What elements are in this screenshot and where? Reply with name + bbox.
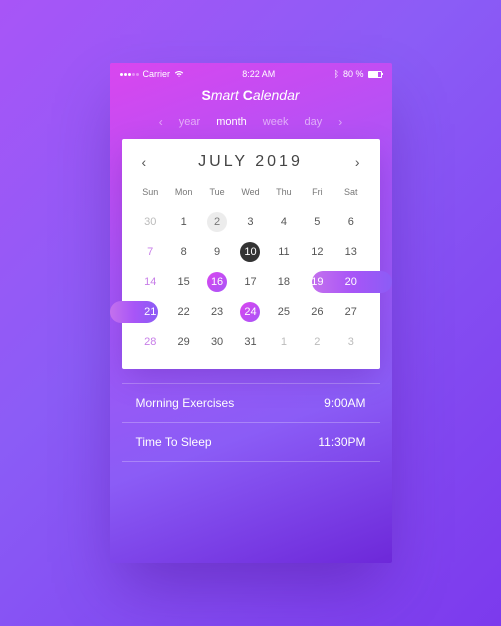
week-2: 7 8 9 10 11 12 13	[122, 237, 380, 267]
dow-thu: Thu	[267, 181, 300, 207]
week-1: 30 1 2 3 4 5 6	[122, 207, 380, 237]
tabs-prev[interactable]: ‹	[159, 115, 163, 129]
day-cell[interactable]: 2	[301, 327, 334, 357]
day-cell[interactable]: 12	[301, 237, 334, 267]
day-cell[interactable]: 31	[234, 327, 267, 357]
weekday-row: Sun Mon Tue Wed Thu Fri Sat	[122, 181, 380, 207]
event-list: Morning Exercises 9:00AM Time To Sleep 1…	[110, 383, 392, 462]
day-cell[interactable]: 11	[267, 237, 300, 267]
day-cell[interactable]: 6	[334, 207, 367, 237]
day-cell[interactable]: 13	[334, 237, 367, 267]
event-marker: 16	[207, 272, 227, 292]
event-time: 9:00AM	[324, 396, 365, 410]
day-cell[interactable]: 3	[334, 327, 367, 357]
day-cell[interactable]: 25	[267, 297, 300, 327]
today-marker: 10	[240, 242, 260, 262]
app-title: Smart Calendar	[110, 87, 392, 103]
day-cell[interactable]: 9	[200, 237, 233, 267]
day-cell[interactable]: 30	[134, 207, 167, 237]
phone-frame: Carrier 8:22 AM ᛒ 80 % Smart Calendar ‹ …	[110, 63, 392, 563]
day-cell[interactable]: 16	[200, 267, 233, 297]
dow-mon: Mon	[167, 181, 200, 207]
tab-year[interactable]: year	[179, 116, 200, 128]
tab-week[interactable]: week	[263, 116, 289, 128]
day-cell[interactable]: 28	[134, 327, 167, 357]
wifi-icon	[174, 70, 184, 78]
event-time: 11:30PM	[318, 435, 365, 449]
day-cell[interactable]: 5	[301, 207, 334, 237]
month-prev[interactable]: ‹	[142, 154, 147, 170]
day-cell[interactable]: 2	[200, 207, 233, 237]
day-cell[interactable]: 21	[134, 297, 167, 327]
clock-label: 8:22 AM	[242, 69, 275, 79]
dow-sat: Sat	[334, 181, 367, 207]
event-row[interactable]: Time To Sleep 11:30PM	[122, 422, 380, 462]
day-cell[interactable]: 23	[200, 297, 233, 327]
day-cell[interactable]: 19	[301, 267, 334, 297]
week-4: 21 22 23 24 25 26 27	[122, 297, 380, 327]
view-tabs: ‹ year month week day ›	[110, 115, 392, 129]
event-marker: 2	[207, 212, 227, 232]
day-cell[interactable]: 26	[301, 297, 334, 327]
day-cell-today[interactable]: 10	[234, 237, 267, 267]
event-name: Time To Sleep	[136, 435, 212, 449]
tab-month[interactable]: month	[216, 116, 247, 128]
day-cell[interactable]: 1	[267, 327, 300, 357]
day-cell[interactable]: 4	[267, 207, 300, 237]
calendar-card: ‹ JULY 2019 › Sun Mon Tue Wed Thu Fri Sa…	[122, 139, 380, 369]
day-cell[interactable]: 18	[267, 267, 300, 297]
battery-label: 80 %	[343, 69, 364, 79]
day-cell[interactable]: 8	[167, 237, 200, 267]
bluetooth-icon: ᛒ	[334, 69, 339, 79]
event-marker: 24	[240, 302, 260, 322]
status-bar: Carrier 8:22 AM ᛒ 80 %	[110, 63, 392, 81]
day-cell[interactable]: 14	[134, 267, 167, 297]
dow-tue: Tue	[200, 181, 233, 207]
day-cell[interactable]: 3	[234, 207, 267, 237]
week-5: 28 29 30 31 1 2 3	[122, 327, 380, 357]
day-cell[interactable]: 24	[234, 297, 267, 327]
battery-icon	[368, 71, 382, 78]
signal-dots-icon	[120, 73, 139, 76]
event-row[interactable]: Morning Exercises 9:00AM	[122, 383, 380, 422]
tabs-next[interactable]: ›	[338, 115, 342, 129]
week-3: 14 15 16 17 18 19 20	[122, 267, 380, 297]
day-cell[interactable]: 22	[167, 297, 200, 327]
tab-day[interactable]: day	[304, 116, 322, 128]
day-cell[interactable]: 7	[134, 237, 167, 267]
carrier-label: Carrier	[143, 69, 171, 79]
day-cell[interactable]: 29	[167, 327, 200, 357]
day-cell[interactable]: 30	[200, 327, 233, 357]
day-cell[interactable]: 20	[334, 267, 367, 297]
month-next[interactable]: ›	[355, 154, 360, 170]
dow-wed: Wed	[234, 181, 267, 207]
dow-fri: Fri	[301, 181, 334, 207]
day-cell[interactable]: 15	[167, 267, 200, 297]
day-cell[interactable]: 17	[234, 267, 267, 297]
dow-sun: Sun	[134, 181, 167, 207]
day-cell[interactable]: 27	[334, 297, 367, 327]
month-label: JULY 2019	[198, 153, 303, 171]
event-name: Morning Exercises	[136, 396, 235, 410]
day-cell[interactable]: 1	[167, 207, 200, 237]
